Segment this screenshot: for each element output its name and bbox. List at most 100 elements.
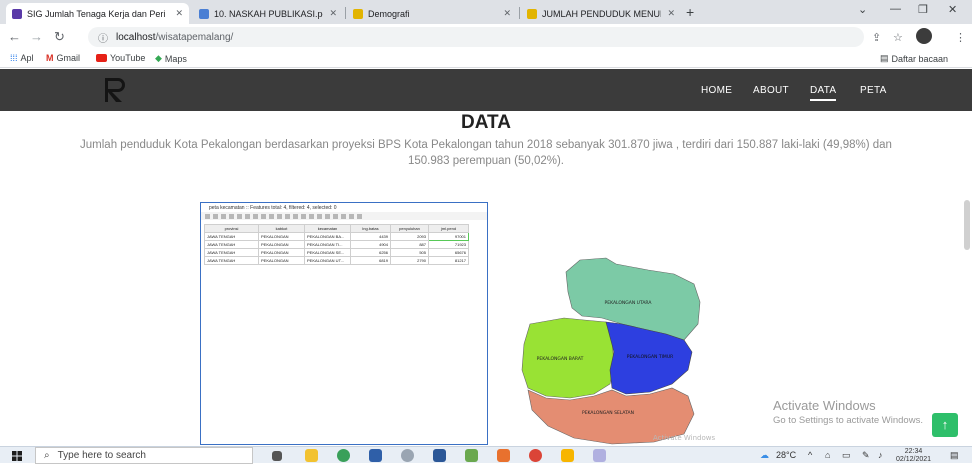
attribute-table-window: peta kecamatan :: Features total: 4, fil… bbox=[200, 202, 488, 445]
share-icon[interactable]: ⇪ bbox=[872, 31, 881, 44]
file-explorer-icon[interactable] bbox=[305, 449, 318, 462]
bookmarks-bar: ⁞⁞⁞ Apl M Gmail YouTube ◆ Maps ▤ Daftar … bbox=[0, 50, 972, 68]
site-navbar: HOME ABOUT DATA PETA bbox=[0, 69, 972, 111]
nav-data[interactable]: DATA bbox=[810, 85, 837, 101]
tab-title: JUMLAH PENDUDUK MENURUT bbox=[542, 8, 661, 19]
table-cell: PEKALONGAN BA... bbox=[304, 232, 351, 241]
new-tab-button[interactable]: + bbox=[686, 4, 694, 20]
close-tab-icon[interactable]: ✕ bbox=[503, 8, 511, 19]
youtube-icon bbox=[96, 54, 107, 62]
map-label-selatan: PEKALONGAN SELATAN bbox=[582, 410, 634, 416]
table-cell: PEKALONGAN SE... bbox=[304, 248, 351, 257]
tab-divider bbox=[345, 7, 346, 19]
taskbar-clock[interactable]: 22:34 02/12/2021 bbox=[896, 448, 931, 464]
close-tab-icon[interactable]: ✕ bbox=[329, 8, 337, 19]
nav-peta[interactable]: PETA bbox=[860, 85, 887, 96]
sublime-icon[interactable] bbox=[561, 449, 574, 462]
table-cell: JAWA TENGAH bbox=[204, 256, 259, 265]
back-arrow-icon[interactable]: ← bbox=[8, 29, 21, 44]
paint-icon[interactable] bbox=[593, 449, 606, 462]
task-view-icon[interactable] bbox=[272, 451, 282, 461]
attribute-window-title: peta kecamatan :: Features total: 4, fil… bbox=[209, 204, 337, 211]
notification-icon[interactable]: ▤ bbox=[950, 450, 959, 461]
nav-about[interactable]: ABOUT bbox=[753, 85, 789, 96]
windows-taskbar: ⌕ Type here to search ☁ 28°C ^ ⌂ ▭ ✎ ♪ 2… bbox=[0, 446, 972, 464]
gmail-icon: M bbox=[46, 53, 54, 63]
site-info-icon[interactable]: ⓘ bbox=[98, 30, 108, 45]
table-cell: 4439 bbox=[350, 232, 391, 241]
tab-title: 10. NASKAH PUBLIKASI.pdf bbox=[214, 8, 324, 19]
tab-title: SIG Jumlah Tenaga Kerja dan Peri bbox=[27, 8, 166, 19]
site-logo[interactable] bbox=[101, 76, 129, 104]
clock-time: 22:34 bbox=[904, 448, 923, 455]
reading-list-icon: ▤ bbox=[880, 53, 889, 63]
volume-icon[interactable]: ♪ bbox=[878, 450, 883, 460]
chrome-icon[interactable] bbox=[337, 449, 350, 462]
reading-list[interactable]: ▤ Daftar bacaan bbox=[880, 53, 948, 64]
word-icon[interactable] bbox=[433, 449, 446, 462]
battery-icon[interactable]: ▭ bbox=[842, 450, 851, 461]
restore-icon[interactable]: ❐ bbox=[918, 3, 928, 16]
browser-toolbar: ← → ↻ ⓘ localhost/wisatapemalang/ ⇪ ☆ ⋮ bbox=[0, 24, 972, 50]
settings-app-icon[interactable] bbox=[401, 449, 414, 462]
taskbar-search[interactable]: ⌕ Type here to search bbox=[35, 447, 253, 464]
table-cell: 97001 bbox=[428, 232, 469, 241]
table-cell: 2790 bbox=[390, 256, 429, 265]
tab-naskah-publikasi[interactable]: 10. NASKAH PUBLIKASI.pdf ✕ bbox=[193, 3, 343, 24]
bookmark-youtube[interactable]: YouTube bbox=[96, 53, 145, 63]
bookmark-label: YouTube bbox=[110, 53, 146, 63]
embedded-activate-watermark: Activate Windows bbox=[653, 434, 716, 442]
taskbar-search-placeholder: Type here to search bbox=[57, 450, 146, 461]
close-tab-icon[interactable]: ✕ bbox=[667, 8, 675, 19]
bookmark-star-icon[interactable]: ☆ bbox=[893, 31, 903, 44]
pen-icon[interactable]: ✎ bbox=[862, 450, 870, 461]
chrome-profile-icon[interactable] bbox=[529, 449, 542, 462]
table-cell: 505 bbox=[390, 248, 429, 257]
table-cell: PEKALONGAN UT... bbox=[304, 256, 351, 265]
weather-temp[interactable]: 28°C bbox=[776, 450, 796, 460]
attribute-toolbar bbox=[201, 212, 487, 220]
pdf-favicon-icon bbox=[199, 8, 209, 19]
page-scrollbar-thumb[interactable] bbox=[964, 200, 970, 250]
network-icon[interactable]: ⌂ bbox=[825, 450, 830, 460]
tab-jumlah-penduduk[interactable]: JUMLAH PENDUDUK MENURUT ✕ bbox=[521, 3, 681, 24]
close-tab-icon[interactable]: ✕ bbox=[175, 8, 183, 19]
windows-start-icon[interactable] bbox=[12, 451, 22, 461]
forward-arrow-icon[interactable]: → bbox=[30, 29, 43, 44]
menu-kebab-icon[interactable]: ⋮ bbox=[955, 31, 966, 44]
column-header: kabkot bbox=[258, 224, 305, 233]
activate-windows-watermark: Activate Windows Go to Settings to activ… bbox=[773, 398, 923, 426]
table-cell: PEKALONGAN bbox=[258, 248, 305, 257]
table-cell: 6256 bbox=[350, 248, 391, 257]
close-window-icon[interactable]: ✕ bbox=[948, 3, 957, 16]
reload-icon[interactable]: ↻ bbox=[54, 29, 65, 45]
table-cell: 71923 bbox=[428, 240, 469, 249]
profile-avatar-icon[interactable] bbox=[916, 28, 932, 44]
maps-icon: ◆ bbox=[155, 53, 162, 63]
attribute-table: provinsi kabkot kecamatan lng.batas peny… bbox=[204, 224, 469, 265]
reading-list-label: Daftar bacaan bbox=[891, 53, 949, 64]
tab-search-chevron-icon[interactable]: ⌄ bbox=[858, 3, 867, 16]
table-cell: PEKALONGAN bbox=[258, 240, 305, 249]
tray-chevron-icon[interactable]: ^ bbox=[808, 450, 812, 460]
column-header: penyuluhan bbox=[390, 224, 429, 233]
tab-sig-jumlah[interactable]: SIG Jumlah Tenaga Kerja dan Peri ✕ bbox=[6, 3, 189, 24]
minimize-icon[interactable]: — bbox=[890, 3, 901, 15]
table-cell: JAWA TENGAH bbox=[204, 248, 259, 257]
page-title: DATA bbox=[461, 112, 511, 133]
address-bar[interactable]: ⓘ localhost/wisatapemalang/ bbox=[88, 27, 864, 47]
table-cell: 2093 bbox=[390, 232, 429, 241]
xampp-icon[interactable] bbox=[497, 449, 510, 462]
table-cell: 887 bbox=[390, 240, 429, 249]
photoshop-icon[interactable] bbox=[369, 449, 382, 462]
table-row: JAWA TENGAH PEKALONGAN PEKALONGAN UT... … bbox=[204, 256, 469, 265]
bookmark-gmail[interactable]: M Gmail bbox=[46, 53, 80, 63]
qgis-icon[interactable] bbox=[465, 449, 478, 462]
nav-home[interactable]: HOME bbox=[701, 85, 732, 96]
table-cell: PEKALONGAN TI... bbox=[304, 240, 351, 249]
scroll-to-top-button[interactable]: ↑ bbox=[932, 413, 958, 437]
bookmark-maps[interactable]: ◆ Maps bbox=[155, 53, 187, 64]
tab-demografi[interactable]: Demografi ✕ bbox=[347, 3, 517, 24]
map-label-timur: PEKALONGAN TIMUR bbox=[627, 354, 674, 360]
bookmark-apl[interactable]: ⁞⁞⁞ Apl bbox=[10, 53, 34, 63]
